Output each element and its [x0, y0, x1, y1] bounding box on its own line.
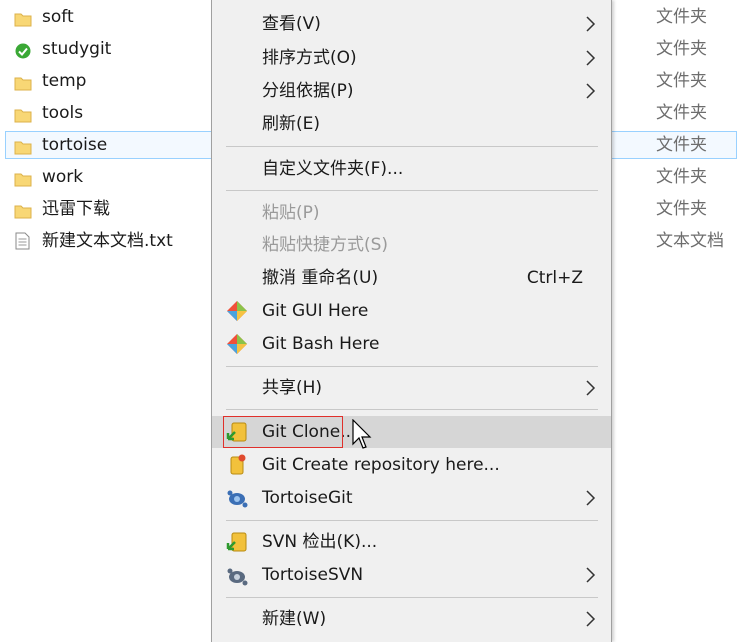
menu-item-label: Git Bash Here [262, 334, 380, 354]
menu-separator [226, 409, 598, 410]
menu-item-label: 撤消 重命名(U) [262, 268, 379, 288]
folder-icon [14, 11, 32, 27]
git-clone-icon [226, 421, 248, 443]
folder-icon [14, 139, 32, 155]
menu-item-paste[interactable]: 粘贴(P) [212, 197, 611, 229]
menu-item-tortoisegit[interactable]: TortoiseGit [212, 482, 611, 514]
git-gui-icon [226, 300, 248, 322]
menu-item-label: Git Create repository here... [262, 455, 500, 475]
menu-item-label: TortoiseSVN [262, 565, 364, 585]
file-type: 文件夹 [656, 39, 707, 59]
file-name: soft [42, 7, 74, 27]
menu-item-label: 共享(H) [262, 378, 323, 398]
git-create-repo-icon [226, 454, 248, 476]
menu-item-shortcut: Ctrl+Z [526, 268, 583, 288]
folder-icon [14, 107, 32, 123]
menu-item-git-bash[interactable]: Git Bash Here [212, 328, 611, 360]
menu-item-label: 自定义文件夹(F)... [262, 159, 404, 179]
folder-icon [14, 203, 32, 219]
menu-item-git-gui[interactable]: Git GUI Here [212, 295, 611, 327]
menu-item-git-create-repository[interactable]: Git Create repository here... [212, 449, 611, 481]
file-name: studygit [42, 39, 112, 59]
file-name: temp [42, 71, 87, 91]
submenu-arrow-icon [585, 50, 597, 66]
menu-separator [226, 146, 598, 147]
svn-checkout-icon [226, 531, 248, 553]
file-name: 新建文本文档.txt [42, 231, 173, 251]
file-name: tortoise [42, 135, 108, 155]
menu-item-sort-by[interactable]: 排序方式(O) [212, 42, 611, 74]
menu-item-refresh[interactable]: 刷新(E) [212, 108, 611, 140]
file-type: 文件夹 [656, 135, 707, 155]
tortoisesvn-icon [226, 564, 248, 586]
folder-icon [14, 75, 32, 91]
menu-item-label: 刷新(E) [262, 114, 321, 134]
tortoisegit-icon [226, 487, 248, 509]
file-type: 文件夹 [656, 7, 707, 27]
menu-item-git-clone[interactable]: Git Clone... [212, 416, 611, 448]
git-bash-icon [226, 333, 248, 355]
menu-separator [226, 520, 598, 521]
submenu-arrow-icon [585, 611, 597, 627]
submenu-arrow-icon [585, 567, 597, 583]
menu-separator [226, 190, 598, 191]
file-type: 文件夹 [656, 199, 707, 219]
menu-item-label: Git Clone... [262, 422, 357, 442]
menu-item-customize-folder[interactable]: 自定义文件夹(F)... [212, 153, 611, 185]
menu-item-new[interactable]: 新建(W) [212, 603, 611, 635]
menu-item-label: Git GUI Here [262, 301, 369, 321]
mouse-cursor-icon [352, 418, 372, 451]
menu-separator [226, 597, 598, 598]
submenu-arrow-icon [585, 490, 597, 506]
file-name: 迅雷下载 [42, 199, 110, 219]
menu-item-share[interactable]: 共享(H) [212, 372, 611, 404]
file-type: 文件夹 [656, 167, 707, 187]
submenu-arrow-icon [585, 16, 597, 32]
folder-icon [14, 171, 32, 187]
git-clean-folder-icon [14, 43, 32, 59]
menu-item-label: 排序方式(O) [262, 48, 357, 68]
menu-item-label: 新建(W) [262, 609, 327, 629]
menu-item-tortoisesvn[interactable]: TortoiseSVN [212, 559, 611, 591]
submenu-arrow-icon [585, 83, 597, 99]
context-menu: 查看(V) 排序方式(O) 分组依据(P) 刷新(E) 自定义文件夹(F)...… [211, 0, 612, 642]
file-type: 文本文档 [656, 231, 724, 251]
menu-item-group-by[interactable]: 分组依据(P) [212, 75, 611, 107]
menu-item-paste-shortcut[interactable]: 粘贴快捷方式(S) [212, 229, 611, 261]
file-name: work [42, 167, 84, 187]
menu-item-label: SVN 检出(K)... [262, 532, 378, 552]
text-file-icon [14, 232, 32, 251]
menu-item-label: TortoiseGit [262, 488, 353, 508]
menu-separator [226, 366, 598, 367]
menu-item-label: 分组依据(P) [262, 81, 354, 101]
menu-item-label: 粘贴(P) [262, 203, 320, 223]
menu-item-undo-rename[interactable]: 撤消 重命名(U) Ctrl+Z [212, 262, 611, 294]
file-name: tools [42, 103, 84, 123]
file-type: 文件夹 [656, 103, 707, 123]
menu-item-label: 粘贴快捷方式(S) [262, 235, 389, 255]
menu-item-svn-checkout[interactable]: SVN 检出(K)... [212, 526, 611, 558]
menu-item-view[interactable]: 查看(V) [212, 8, 611, 40]
menu-item-label: 查看(V) [262, 14, 321, 34]
submenu-arrow-icon [585, 380, 597, 396]
file-type: 文件夹 [656, 71, 707, 91]
